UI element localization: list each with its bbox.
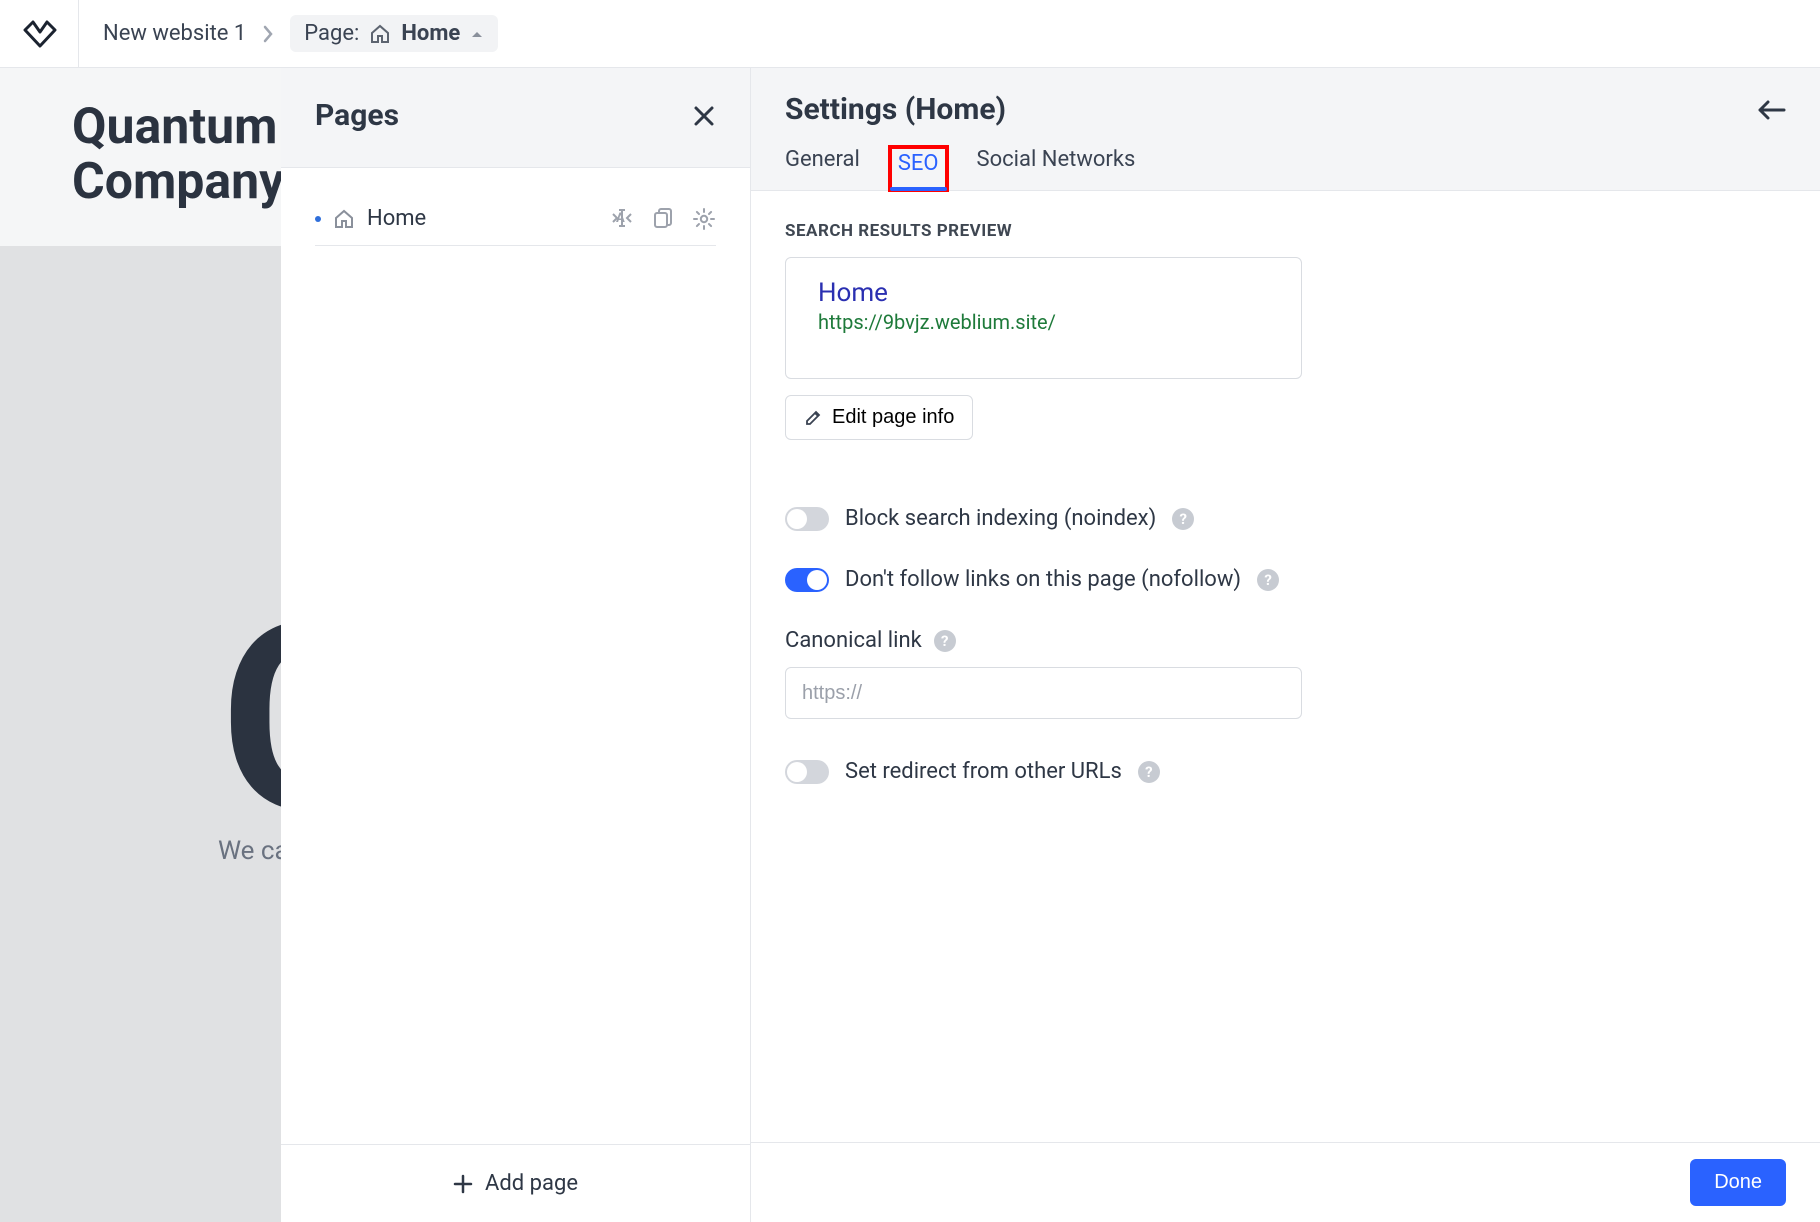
page-item-label: Home [367, 206, 426, 231]
close-button[interactable] [692, 104, 716, 128]
toggle-redirect[interactable] [785, 760, 829, 784]
canonical-label: Canonical link ? [785, 628, 1786, 653]
settings-body: SEARCH RESULTS PREVIEW Home https://9bvj… [751, 191, 1820, 1142]
home-icon [333, 209, 355, 229]
chevron-right-icon [262, 25, 274, 43]
help-icon[interactable]: ? [1172, 508, 1194, 530]
pages-title: Pages [315, 98, 399, 133]
plus-icon [453, 1174, 473, 1194]
settings-tabs: General SEO Social Networks [785, 147, 1786, 190]
page-prefix: Page: [304, 21, 359, 46]
preview-url: https://9bvjz.weblium.site/ [818, 310, 1269, 334]
toggle-nofollow-row: Don't follow links on this page (nofollo… [785, 567, 1786, 592]
hero-subtext: We ca [218, 836, 289, 866]
close-icon [692, 104, 716, 128]
settings-footer: Done [751, 1142, 1820, 1222]
add-page-label: Add page [485, 1171, 578, 1196]
help-icon[interactable]: ? [934, 630, 956, 652]
settings-button[interactable] [692, 207, 716, 231]
pages-panel: Pages Home A [281, 68, 751, 1222]
duplicate-button[interactable] [652, 207, 674, 231]
rename-icon: A [610, 207, 634, 229]
svg-text:A: A [616, 211, 625, 226]
back-button[interactable] [1756, 99, 1786, 121]
breadcrumb-site[interactable]: New website 1 [103, 21, 246, 46]
preview-title: Home [818, 278, 1269, 308]
help-icon[interactable]: ? [1138, 761, 1160, 783]
tab-seo[interactable]: SEO [890, 147, 947, 190]
canonical-input[interactable] [785, 667, 1302, 719]
toggle-noindex[interactable] [785, 507, 829, 531]
tab-social[interactable]: Social Networks [977, 147, 1136, 190]
duplicate-icon [652, 207, 674, 229]
settings-header: Settings (Home) General SEO Social Netwo… [751, 68, 1820, 191]
pages-header: Pages [281, 68, 750, 168]
page-list: Home A [281, 168, 750, 1144]
toggle-nofollow[interactable] [785, 568, 829, 592]
active-dot-icon [315, 216, 321, 222]
help-icon[interactable]: ? [1257, 569, 1279, 591]
toggle-redirect-label: Set redirect from other URLs [845, 759, 1122, 784]
logo[interactable] [20, 14, 60, 54]
pencil-icon [804, 409, 822, 427]
page-item-home[interactable]: Home A [315, 192, 716, 246]
gear-icon [692, 207, 716, 231]
toggle-redirect-row: Set redirect from other URLs ? [785, 759, 1786, 784]
tab-general[interactable]: General [785, 147, 860, 190]
breadcrumb-current-page[interactable]: Page: Home [290, 15, 498, 52]
rename-button[interactable]: A [610, 207, 634, 231]
breadcrumb: New website 1 Page: Home [103, 15, 498, 52]
home-icon [369, 24, 391, 44]
back-arrow-icon [1756, 99, 1786, 121]
search-preview-card: Home https://9bvjz.weblium.site/ [785, 257, 1302, 379]
preview-section-label: SEARCH RESULTS PREVIEW [785, 221, 1786, 241]
edit-page-info-label: Edit page info [832, 406, 954, 429]
toggle-noindex-label: Block search indexing (noindex) [845, 506, 1156, 531]
settings-panel: Settings (Home) General SEO Social Netwo… [751, 68, 1820, 1222]
toggle-noindex-row: Block search indexing (noindex) ? [785, 506, 1786, 531]
breadcrumb-page-name: Home [401, 21, 460, 46]
caret-up-icon [470, 29, 484, 39]
toggle-nofollow-label: Don't follow links on this page (nofollo… [845, 567, 1241, 592]
done-button[interactable]: Done [1690, 1159, 1786, 1206]
divider [78, 0, 79, 68]
topbar: New website 1 Page: Home [0, 0, 1820, 68]
add-page-button[interactable]: Add page [281, 1144, 750, 1222]
edit-page-info-button[interactable]: Edit page info [785, 395, 973, 440]
settings-title: Settings (Home) [785, 92, 1006, 127]
